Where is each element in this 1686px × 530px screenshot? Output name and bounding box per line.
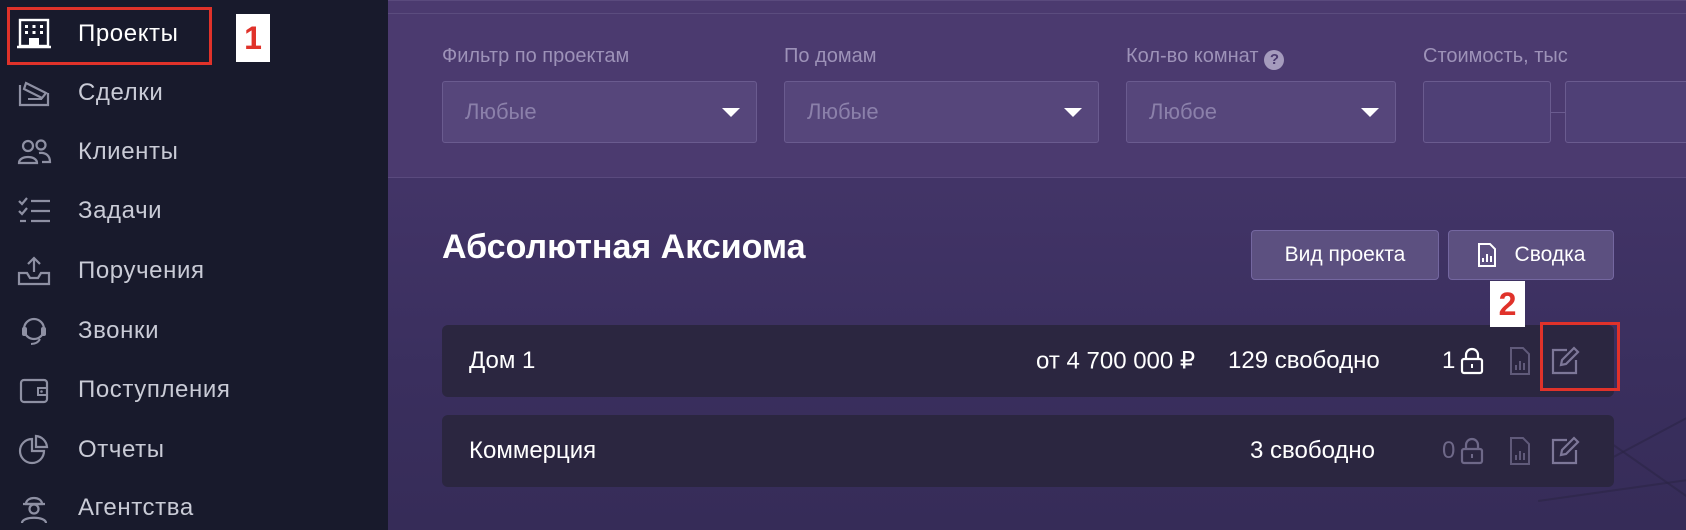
caret-down-icon bbox=[722, 108, 740, 117]
sidebar-item-label: Поручения bbox=[78, 257, 205, 284]
house-locked-count: 1 bbox=[1442, 347, 1456, 374]
sidebar-item-label: Звонки bbox=[78, 317, 160, 344]
house-price: от 4 700 000 ₽ bbox=[1036, 347, 1196, 375]
wallet-icon bbox=[14, 374, 54, 406]
users-icon bbox=[14, 136, 54, 168]
sidebar-item-label: Агентства bbox=[78, 494, 194, 521]
house-locked-count: 0 bbox=[1442, 437, 1456, 464]
sidebar-item-agencies[interactable]: Агентства bbox=[0, 482, 388, 530]
sidebar-item-label: Задачи bbox=[78, 197, 163, 224]
filter-houses-select[interactable]: Любые bbox=[784, 81, 1099, 143]
cost-range-separator bbox=[1551, 112, 1565, 113]
sidebar-item-label: Отчеты bbox=[78, 436, 165, 463]
sidebar-item-receipts[interactable]: Поступления bbox=[0, 364, 388, 416]
filter-rooms-label: Кол-во комнат? bbox=[1126, 45, 1285, 70]
filter-rooms-select[interactable]: Любое bbox=[1126, 81, 1396, 143]
summary-button[interactable]: Сводка bbox=[1448, 230, 1614, 280]
edit-icon[interactable] bbox=[1548, 434, 1582, 468]
divider bbox=[388, 13, 1686, 14]
help-icon[interactable]: ? bbox=[1264, 49, 1285, 70]
sidebar-item-tasks[interactable]: Задачи bbox=[0, 185, 388, 237]
cost-from-input[interactable] bbox=[1423, 81, 1551, 143]
house-free-count: 129 свободно bbox=[1228, 347, 1380, 374]
background-decoration bbox=[1606, 440, 1686, 511]
filter-cost-label: Стоимость, тыс bbox=[1423, 45, 1568, 67]
sidebar-item-label: Поступления bbox=[78, 376, 231, 403]
caret-down-icon bbox=[1361, 108, 1379, 117]
report-icon[interactable] bbox=[1508, 345, 1532, 377]
tasks-icon bbox=[14, 195, 54, 227]
sidebar-item-label: Клиенты bbox=[78, 138, 179, 165]
filter-bar: Фильтр по проектам Любые По домам Любые … bbox=[388, 0, 1686, 178]
house-free-count: 3 свободно bbox=[1250, 437, 1376, 464]
filter-houses-value: Любые bbox=[807, 99, 879, 124]
filter-projects-select[interactable]: Любые bbox=[442, 81, 757, 143]
project-title: Абсолютная Аксиома bbox=[442, 228, 806, 266]
report-document-icon bbox=[1477, 243, 1515, 267]
caret-down-icon bbox=[1064, 108, 1082, 117]
annotation-marker-1: 1 bbox=[236, 14, 270, 62]
summary-label: Сводка bbox=[1514, 243, 1586, 266]
deal-icon bbox=[14, 77, 54, 109]
filter-houses-label: По домам bbox=[784, 45, 877, 67]
house-row[interactable]: Дом 1 от 4 700 000 ₽ 129 свободно 1 bbox=[442, 325, 1614, 397]
filter-projects-value: Любые bbox=[465, 99, 537, 124]
lock-icon[interactable] bbox=[1458, 436, 1486, 466]
headset-icon bbox=[14, 315, 54, 347]
view-project-button[interactable]: Вид проекта bbox=[1251, 230, 1439, 280]
sidebar-item-assignments[interactable]: Поручения bbox=[0, 245, 388, 297]
sidebar-item-label: Сделки bbox=[78, 79, 164, 106]
lock-icon[interactable] bbox=[1458, 346, 1486, 376]
annotation-marker-2: 2 bbox=[1490, 281, 1525, 327]
sidebar-item-reports[interactable]: Отчеты bbox=[0, 424, 388, 476]
main-content: Фильтр по проектам Любые По домам Любые … bbox=[388, 0, 1686, 530]
pie-chart-icon bbox=[14, 434, 54, 466]
sidebar-item-calls[interactable]: Звонки bbox=[0, 305, 388, 357]
filter-rooms-value: Любое bbox=[1149, 99, 1218, 124]
filter-projects-label: Фильтр по проектам bbox=[442, 45, 630, 67]
inbox-upload-icon bbox=[14, 255, 54, 287]
annotation-box-1 bbox=[7, 7, 212, 65]
sidebar: Проекты Сделки Клиенты Задачи Поручения … bbox=[0, 0, 388, 530]
house-name: Коммерция bbox=[469, 437, 597, 464]
filter-rooms-label-text: Кол-во комнат bbox=[1126, 45, 1259, 67]
sidebar-item-clients[interactable]: Клиенты bbox=[0, 126, 388, 178]
annotation-box-2 bbox=[1540, 322, 1620, 391]
agent-icon bbox=[14, 492, 54, 524]
sidebar-item-deals[interactable]: Сделки bbox=[0, 67, 388, 119]
house-row[interactable]: Коммерция 3 свободно 0 bbox=[442, 415, 1614, 487]
cost-to-input[interactable] bbox=[1565, 81, 1686, 143]
report-icon[interactable] bbox=[1508, 435, 1532, 467]
house-name: Дом 1 bbox=[469, 347, 536, 374]
view-project-label: Вид проекта bbox=[1284, 243, 1406, 266]
